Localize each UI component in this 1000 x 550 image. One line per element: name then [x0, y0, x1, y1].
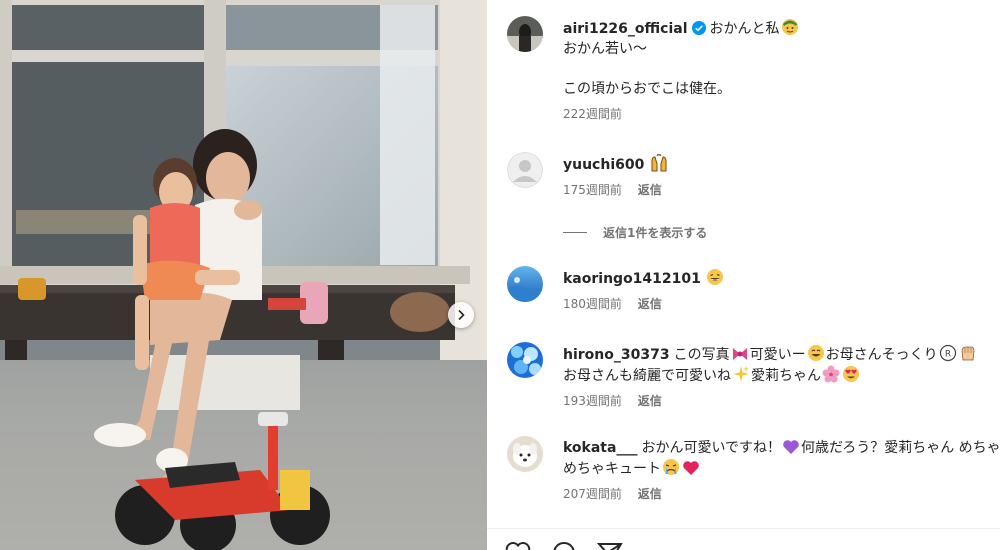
avatar[interactable] — [507, 342, 543, 378]
comment-text-part: お母さんそっくり — [825, 347, 938, 363]
post-time: 222週間前 — [563, 107, 622, 121]
comments-panel: airi1226_official おかんと私 おかん若い〜 この頃からおでこは健… — [487, 0, 1000, 550]
comment-text-part: 可愛いー — [749, 347, 806, 363]
view-replies-label: 返信1件を表示する — [603, 226, 708, 240]
avatar[interactable] — [507, 266, 543, 302]
post-username[interactable]: airi1226_official — [563, 21, 688, 37]
divider-line — [563, 232, 587, 233]
sparkles-emoji-icon — [733, 366, 749, 382]
comment-time: 180週間前 — [563, 297, 622, 311]
avatar-image — [507, 436, 543, 472]
svg-text:R: R — [944, 350, 950, 360]
avatar[interactable] — [507, 436, 543, 472]
caption-line-3: この頃からおでこは健在。 — [563, 81, 731, 97]
comment-time: 175週間前 — [563, 183, 622, 197]
heart-eyes-emoji-icon — [843, 366, 859, 382]
comment-time: 193週間前 — [563, 394, 622, 408]
chevron-right-icon — [458, 309, 465, 321]
reply-button[interactable]: 返信 — [638, 394, 662, 408]
comment-text-part: 愛莉ちゃん — [751, 368, 821, 384]
comment-text-part: この写真 — [673, 347, 730, 363]
comment-username[interactable]: kaoringo1412101 — [563, 271, 701, 287]
comment-time: 207週間前 — [563, 487, 622, 501]
comment-username[interactable]: kokata___ — [563, 440, 637, 456]
comment-text-part: おかん可愛いですね！ — [641, 440, 782, 456]
avatar-image — [507, 16, 543, 52]
default-avatar-icon — [507, 152, 543, 188]
grinning-face-emoji-icon — [807, 345, 824, 361]
avatar-image — [507, 266, 543, 302]
reply-button[interactable]: 返信 — [638, 297, 662, 311]
laughing-face-emoji-icon — [706, 269, 723, 285]
view-replies-button[interactable]: 返信1件を表示する — [563, 224, 707, 241]
avatar[interactable] — [507, 16, 543, 52]
avatar[interactable] — [507, 152, 543, 188]
avatar-image — [507, 342, 543, 378]
comment-text-part: お母さんも綺麗で可愛いね — [563, 368, 731, 384]
action-bar — [487, 528, 1000, 550]
reply-button[interactable]: 返信 — [638, 183, 662, 197]
raising-hands-emoji-icon — [651, 154, 667, 172]
cherry-blossom-emoji-icon — [822, 365, 840, 383]
verified-badge-icon — [691, 21, 706, 35]
share-icon[interactable] — [597, 541, 623, 550]
red-heart-emoji-icon — [683, 461, 699, 475]
caption-line-1: おかんと私 — [709, 21, 780, 37]
ribbon-emoji-icon — [732, 348, 747, 360]
registered-emoji-icon: R — [939, 344, 956, 362]
comment-username[interactable]: hirono_30373 — [563, 347, 670, 363]
old-person-emoji-icon — [781, 19, 798, 35]
comment-username[interactable]: yuuchi600 — [563, 157, 644, 173]
heart-icon[interactable] — [505, 541, 531, 550]
purple-heart-emoji-icon — [783, 440, 799, 454]
reply-button[interactable]: 返信 — [638, 487, 662, 501]
next-photo-button[interactable] — [448, 302, 474, 328]
photo-illustration — [0, 0, 487, 550]
crying-face-emoji-icon — [663, 459, 679, 475]
post-photo[interactable] — [0, 0, 487, 550]
caption-line-2: おかん若い〜 — [563, 41, 647, 57]
comment-icon[interactable] — [551, 541, 577, 550]
clapping-hands-emoji-icon — [961, 346, 974, 361]
